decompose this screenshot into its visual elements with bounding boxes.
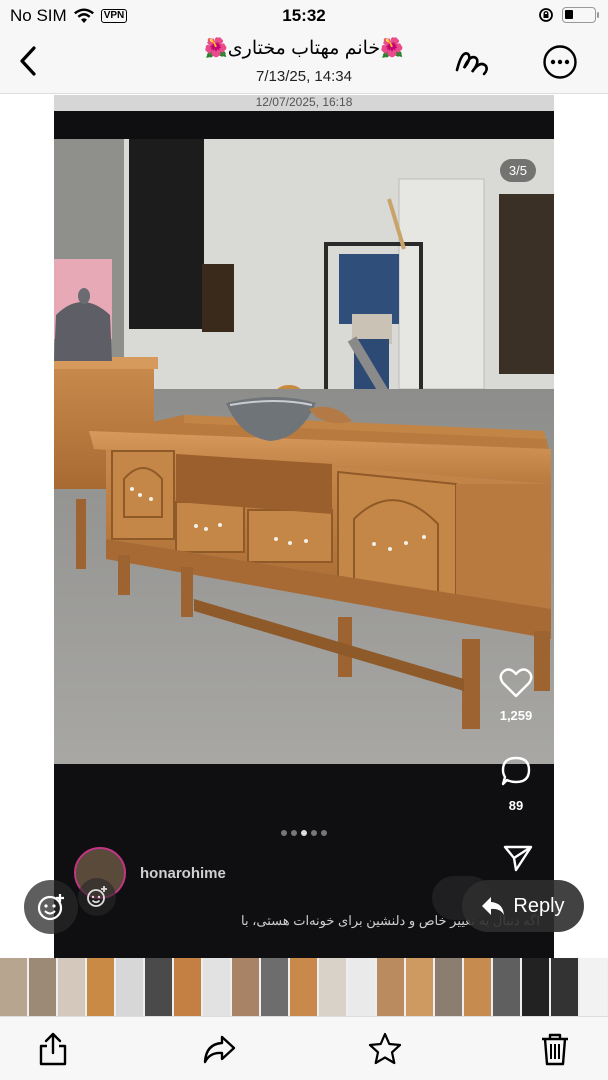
thumbnail[interactable] bbox=[174, 958, 201, 1016]
carousel-dot bbox=[311, 830, 317, 836]
carousel-page-badge: 3/5 bbox=[499, 159, 536, 182]
media-viewer[interactable]: 12/07/2025, 16:18 3/5 honarohime اگه دنب… bbox=[0, 95, 608, 958]
post-photo: 3/5 bbox=[54, 139, 554, 764]
carousel-dot bbox=[281, 830, 287, 836]
share-action bbox=[498, 843, 538, 876]
instagram-post-screenshot: 12/07/2025, 16:18 3/5 honarohime اگه دنب… bbox=[54, 95, 554, 958]
reply-button[interactable]: Reply bbox=[462, 880, 584, 932]
like-count: 1,259 bbox=[499, 708, 533, 723]
status-bar: No SIM VPN 15:32 bbox=[0, 0, 608, 30]
thumbnail[interactable] bbox=[203, 958, 230, 1016]
status-time: 15:32 bbox=[282, 6, 326, 25]
thumbnail[interactable] bbox=[0, 958, 27, 1016]
thumbnail[interactable] bbox=[290, 958, 317, 1016]
thumbnail[interactable] bbox=[377, 958, 404, 1016]
thumbnail[interactable] bbox=[464, 958, 491, 1016]
thumbnail[interactable] bbox=[145, 958, 172, 1016]
thumbnail[interactable] bbox=[87, 958, 114, 1016]
orientation-lock-icon bbox=[539, 8, 553, 22]
chat-title: 🌺خانم مهتاب مختاری🌺 bbox=[204, 38, 404, 59]
reply-label: Reply bbox=[513, 894, 565, 917]
thumbnail[interactable] bbox=[58, 958, 85, 1016]
bottom-toolbar bbox=[0, 1016, 608, 1080]
status-right bbox=[538, 7, 599, 23]
author-name: honarohime bbox=[140, 864, 226, 882]
forward-icon[interactable] bbox=[202, 1031, 236, 1067]
heart-icon bbox=[499, 668, 533, 698]
emoji-add-icon bbox=[87, 886, 107, 907]
carousel-dots bbox=[54, 823, 554, 841]
thumbnail[interactable] bbox=[551, 958, 578, 1016]
carousel-dot-active bbox=[301, 830, 307, 836]
thumbnail[interactable] bbox=[319, 958, 346, 1016]
trash-icon[interactable] bbox=[538, 1031, 572, 1067]
post-header-timestamp: 12/07/2025, 16:18 bbox=[54, 95, 554, 111]
carousel-dot bbox=[291, 830, 297, 836]
thumbnail-strip[interactable] bbox=[0, 958, 608, 1016]
emoji-add-icon bbox=[37, 894, 64, 921]
more-options-icon[interactable] bbox=[542, 44, 578, 80]
comment-count: 89 bbox=[508, 798, 524, 813]
battery-icon bbox=[562, 7, 599, 23]
message-timestamp: 7/13/25, 14:34 bbox=[256, 68, 352, 85]
thumbnail[interactable] bbox=[406, 958, 433, 1016]
comment-action: 89 bbox=[496, 755, 536, 813]
thumbnail[interactable] bbox=[29, 958, 56, 1016]
nav-bar: 🌺خانم مهتاب مختاری🌺 7/13/25, 14:34 bbox=[0, 30, 608, 94]
share-icon[interactable] bbox=[36, 1031, 70, 1067]
thumbnail[interactable] bbox=[522, 958, 549, 1016]
thumbnail[interactable] bbox=[232, 958, 259, 1016]
furniture-photo-illustration bbox=[54, 139, 554, 764]
star-icon[interactable] bbox=[368, 1031, 402, 1067]
markup-pen-icon[interactable] bbox=[454, 44, 492, 78]
add-reaction-button[interactable] bbox=[24, 880, 78, 934]
thumbnail[interactable] bbox=[348, 958, 375, 1016]
thumbnail[interactable] bbox=[493, 958, 520, 1016]
like-action: 1,259 bbox=[496, 667, 536, 723]
carousel-dot bbox=[321, 830, 327, 836]
comment-bubble-icon bbox=[501, 756, 531, 786]
thumbnail[interactable] bbox=[261, 958, 288, 1016]
reply-arrow-icon bbox=[482, 897, 505, 915]
add-reaction-button-secondary[interactable] bbox=[78, 878, 116, 916]
thumbnail[interactable] bbox=[116, 958, 143, 1016]
thumbnail[interactable] bbox=[435, 958, 462, 1016]
send-icon bbox=[503, 845, 533, 872]
thumbnail[interactable] bbox=[580, 958, 607, 1016]
